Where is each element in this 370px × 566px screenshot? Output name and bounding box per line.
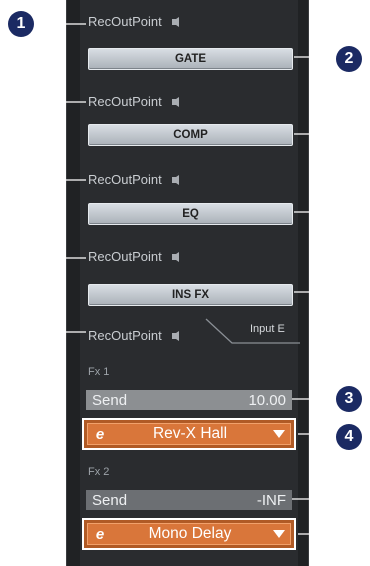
callout-badge-4: 4 (336, 424, 362, 450)
callout-badge-1: 1 (8, 11, 34, 37)
callout-badge-2: 2 (336, 46, 362, 72)
callout-lines (49, 23, 334, 535)
callout-badge-3: 3 (336, 386, 362, 412)
